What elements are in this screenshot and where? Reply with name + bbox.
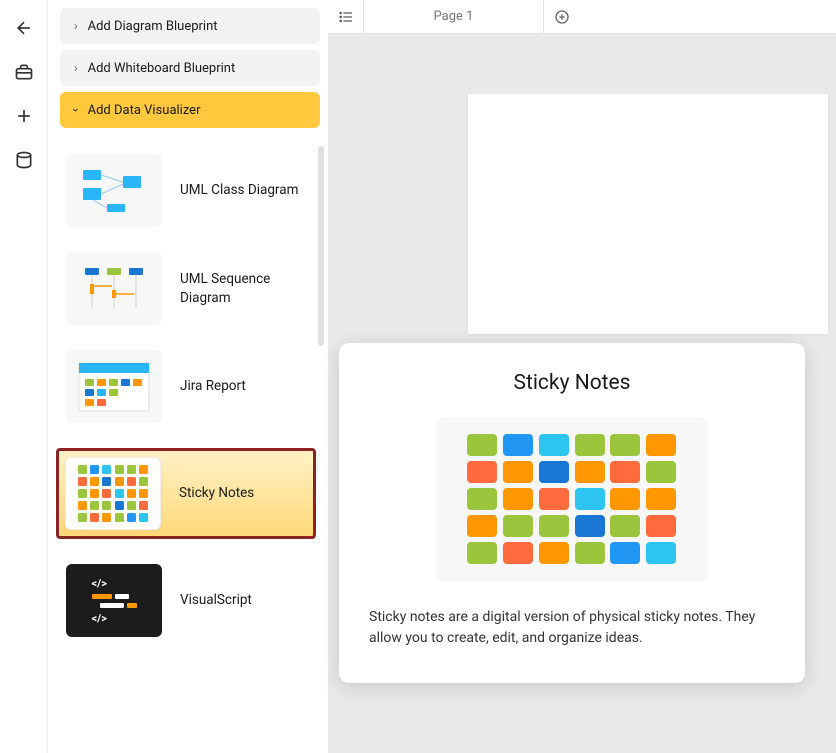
sidebar-panel: › Add Diagram Blueprint › Add Whiteboard… — [48, 0, 328, 753]
tab-label: Page 1 — [434, 9, 474, 24]
accordion-diagram-blueprint[interactable]: › Add Diagram Blueprint — [60, 8, 320, 44]
arrow-left-icon — [14, 18, 34, 38]
back-button[interactable] — [4, 8, 44, 48]
jira-report-thumb — [66, 350, 162, 423]
visualizer-list: UML Class Diagram UML Sequence Diagra — [60, 134, 320, 637]
visualizer-item-visualscript[interactable]: </> </> VisualScript — [66, 564, 320, 637]
accordion-label: Add Diagram Blueprint — [88, 19, 218, 34]
list-toggle-button[interactable] — [328, 0, 364, 34]
accordion-whiteboard-blueprint[interactable]: › Add Whiteboard Blueprint — [60, 50, 320, 86]
toolbox-button[interactable] — [4, 52, 44, 92]
visualizer-label: UML Class Diagram — [180, 181, 298, 200]
chevron-down-icon: › — [69, 108, 83, 112]
popup-preview — [436, 417, 708, 581]
accordion-label: Add Data Visualizer — [88, 103, 201, 118]
visualizer-label: UML Sequence Diagram — [180, 270, 320, 308]
visualizer-label: Sticky Notes — [179, 484, 254, 503]
visualizer-label: VisualScript — [180, 591, 252, 610]
visualizer-item-uml-sequence[interactable]: UML Sequence Diagram — [66, 252, 320, 325]
uml-class-thumb — [66, 154, 162, 227]
plus-icon — [14, 106, 34, 126]
chevron-right-icon: › — [74, 61, 78, 75]
uml-sequence-thumb — [66, 252, 162, 325]
chevron-right-icon: › — [74, 19, 78, 33]
sticky-notes-popup: Sticky Notes Sticky notes are a digital … — [339, 343, 805, 683]
page-surface[interactable] — [468, 94, 828, 334]
sticky-notes-thumb — [65, 457, 161, 530]
visualscript-thumb: </> </> — [66, 564, 162, 637]
page-tab[interactable]: Page 1 — [364, 0, 544, 34]
visualizer-item-jira[interactable]: Jira Report — [66, 350, 320, 423]
toolbox-icon — [14, 62, 34, 82]
visualizer-item-uml-class[interactable]: UML Class Diagram — [66, 154, 320, 227]
left-rail — [0, 0, 48, 753]
data-button[interactable] — [4, 140, 44, 180]
add-page-button[interactable] — [544, 0, 580, 34]
add-button[interactable] — [4, 96, 44, 136]
visualizer-item-sticky-notes-selected[interactable]: Sticky Notes — [56, 448, 316, 539]
accordion-data-visualizer[interactable]: › Add Data Visualizer — [60, 92, 320, 128]
popup-description: Sticky notes are a digital version of ph… — [369, 607, 775, 649]
database-icon — [14, 150, 34, 170]
visualizer-label: Jira Report — [180, 377, 246, 396]
accordion-label: Add Whiteboard Blueprint — [88, 61, 236, 76]
popup-title: Sticky Notes — [369, 371, 775, 395]
list-icon — [338, 9, 354, 25]
plus-circle-icon — [554, 9, 570, 25]
canvas-topbar: Page 1 — [328, 0, 836, 34]
